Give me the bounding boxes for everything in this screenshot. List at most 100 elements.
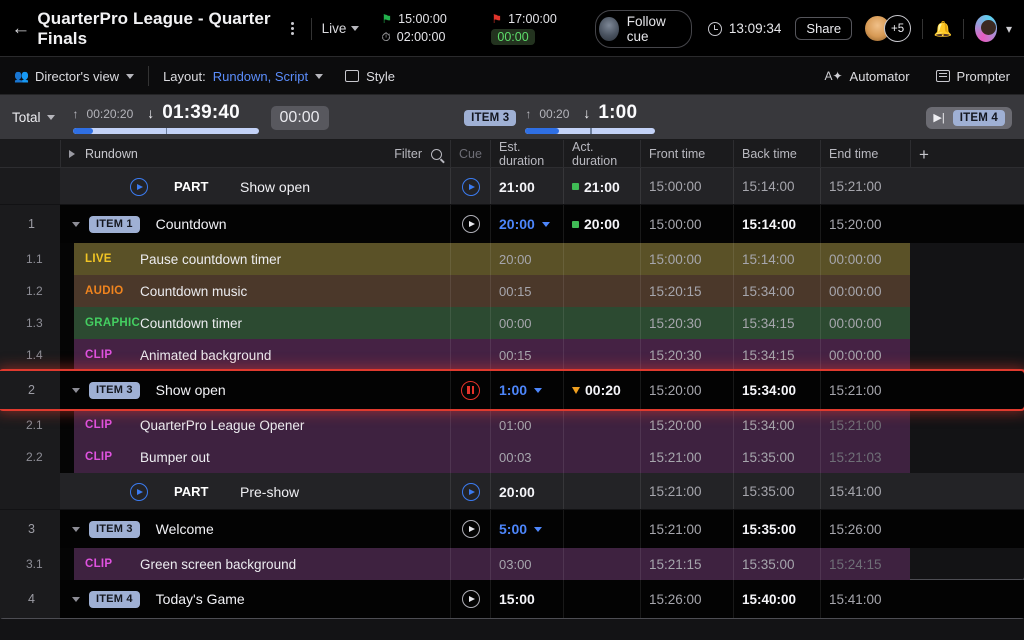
next-item-button[interactable]: ▶| ITEM 4 [926, 107, 1012, 129]
table-row[interactable]: 2.1CLIPQuarterPro League Opener01:0015:2… [0, 409, 1024, 441]
rundown-app: ← QuarterPro League - Quarter Finals Liv… [0, 0, 1024, 640]
row-title-cell[interactable]: CLIPGreen screen background [60, 548, 450, 580]
table-row[interactable]: 3.1CLIPGreen screen background03:0015:21… [0, 548, 1024, 580]
act-duration-value: 21:00 [572, 179, 620, 195]
est-duration-cell[interactable]: 1:00 [490, 371, 563, 409]
play-icon[interactable] [462, 590, 480, 608]
search-icon[interactable] [431, 149, 442, 160]
row-number: 2.2 [0, 441, 60, 473]
table-row[interactable]: 1.1LIVEPause countdown timer20:0015:00:0… [0, 243, 1024, 275]
follow-cue-button[interactable]: Follow cue [595, 10, 691, 48]
collapse-caret-icon[interactable] [72, 388, 80, 393]
cue-cell[interactable] [450, 580, 490, 618]
est-duration-cell[interactable]: 21:00 [490, 168, 563, 205]
table-row[interactable]: 1.4CLIPAnimated background00:1515:20:301… [0, 339, 1024, 371]
automator-button[interactable]: A✦ Automator [824, 69, 909, 84]
est-duration-cell[interactable]: 15:00 [490, 580, 563, 618]
pause-icon[interactable] [461, 381, 480, 400]
front-time-cell: 15:20:00 [640, 371, 733, 409]
row-title-cell[interactable]: ITEM 4Today's Game [60, 580, 450, 618]
row-title-cell[interactable]: CLIPAnimated background [60, 339, 450, 371]
cue-cell[interactable] [450, 371, 490, 409]
row-title-cell[interactable]: AUDIOCountdown music [60, 275, 450, 307]
table-row[interactable]: PARTPre-show20:0015:21:0015:35:0015:41:0… [0, 473, 1024, 510]
row-title-cell[interactable]: ITEM 1Countdown [60, 205, 450, 243]
row-title-cell[interactable]: LIVEPause countdown timer [60, 243, 450, 275]
act-duration-cell [563, 441, 640, 473]
row-title-cell[interactable]: CLIPQuarterPro League Opener [60, 409, 450, 441]
share-button[interactable]: Share [795, 17, 852, 40]
est-duration-cell[interactable]: 00:03 [490, 441, 563, 473]
row-number: 1 [0, 205, 60, 243]
bell-icon[interactable]: 🔔 [934, 20, 952, 38]
part-tag: PART [174, 179, 240, 194]
avatar [599, 17, 618, 41]
est-duration-cell[interactable]: 5:00 [490, 510, 563, 548]
mode-selector[interactable]: Live [322, 21, 360, 36]
collapse-caret-icon[interactable] [72, 597, 80, 602]
table-row[interactable]: 3ITEM 3Welcome5:0015:21:0015:35:0015:26:… [0, 510, 1024, 548]
progress-fill [73, 128, 93, 134]
est-duration-cell[interactable]: 00:00 [490, 307, 563, 339]
row-title-cell[interactable]: ITEM 3Show open [60, 371, 450, 409]
back-time-cell: 15:14:00 [733, 243, 820, 275]
table-row[interactable]: PARTShow open21:0021:0015:00:0015:14:001… [0, 168, 1024, 205]
play-icon[interactable] [462, 215, 480, 233]
back-arrow-icon[interactable]: ← [10, 16, 31, 42]
est-duration-cell[interactable]: 00:15 [490, 339, 563, 371]
item-badge: ITEM 3 [89, 521, 140, 538]
offset-value-box[interactable]: 00:00 [271, 106, 329, 130]
start-time-value: 15:00:00 [398, 12, 447, 26]
est-duration-cell[interactable]: 00:15 [490, 275, 563, 307]
prompter-button[interactable]: Prompter [936, 69, 1010, 84]
play-icon[interactable] [130, 178, 148, 196]
clock-icon [708, 22, 722, 36]
add-column-button[interactable]: + [910, 140, 1024, 168]
cue-cell [450, 441, 490, 473]
current-elapsed: 00:20 [539, 107, 569, 121]
more-options-icon[interactable] [284, 17, 300, 41]
style-button[interactable]: Style [345, 69, 395, 84]
cue-cell[interactable] [450, 473, 490, 510]
table-row[interactable]: 1ITEM 1Countdown20:0020:0015:00:0015:14:… [0, 205, 1024, 243]
table-row[interactable]: 4ITEM 4Today's Game15:0015:26:0015:40:00… [0, 580, 1024, 618]
row-type-label: CLIP [74, 419, 140, 431]
layout-selector[interactable]: Layout: Rundown, Script [163, 69, 323, 84]
est-duration-cell[interactable]: 20:00 [490, 205, 563, 243]
row-title-cell[interactable]: ITEM 3 Welcome [60, 510, 450, 548]
est-duration-cell[interactable]: 03:00 [490, 548, 563, 580]
cue-cell[interactable] [450, 510, 490, 548]
total-selector[interactable]: Total [12, 110, 55, 125]
play-icon[interactable] [462, 483, 480, 501]
cue-cell[interactable] [450, 168, 490, 205]
play-icon[interactable] [462, 178, 480, 196]
end-time-cell: 15:20:00 [820, 205, 910, 243]
row-title: Show open [240, 179, 310, 195]
collapse-caret-icon[interactable] [72, 222, 80, 227]
filter-label[interactable]: Filter [394, 147, 422, 161]
row-title: Welcome [156, 521, 214, 537]
play-icon[interactable] [462, 520, 480, 538]
table-row[interactable]: 1.2AUDIOCountdown music00:1515:20:1515:3… [0, 275, 1024, 307]
total-progress-group: ↑ 00:20:20 ↓ 01:39:40 [73, 102, 259, 134]
collapse-caret-icon[interactable] [72, 527, 80, 532]
row-title-cell[interactable]: CLIPBumper out [60, 441, 450, 473]
row-title-cell[interactable]: PARTPre-show [60, 473, 450, 510]
row-title: QuarterPro League Opener [140, 418, 304, 433]
est-duration-cell[interactable]: 01:00 [490, 409, 563, 441]
expand-triangle-icon[interactable] [69, 150, 75, 158]
row-title-cell[interactable]: PARTShow open [60, 168, 450, 205]
row-title-cell[interactable]: GRAPHICCountdown timer [60, 307, 450, 339]
collaborator-avatars[interactable]: +5 [864, 15, 911, 42]
view-selector[interactable]: 👥 Director's view [14, 69, 134, 84]
est-duration-cell[interactable]: 20:00 [490, 243, 563, 275]
chevron-down-icon[interactable]: ▾ [1006, 22, 1012, 36]
table-row[interactable]: 1.3GRAPHICCountdown timer00:0015:20:3015… [0, 307, 1024, 339]
est-duration-cell[interactable]: 20:00 [490, 473, 563, 510]
end-time-cell: 15:26:00 [820, 510, 910, 548]
cue-cell[interactable] [450, 205, 490, 243]
table-row[interactable]: 2.2CLIPBumper out00:0315:21:0015:35:0015… [0, 441, 1024, 473]
play-icon[interactable] [130, 483, 148, 501]
table-row[interactable]: 2ITEM 3Show open1:0000:2015:20:0015:34:0… [0, 371, 1024, 409]
user-avatar[interactable] [975, 15, 997, 42]
